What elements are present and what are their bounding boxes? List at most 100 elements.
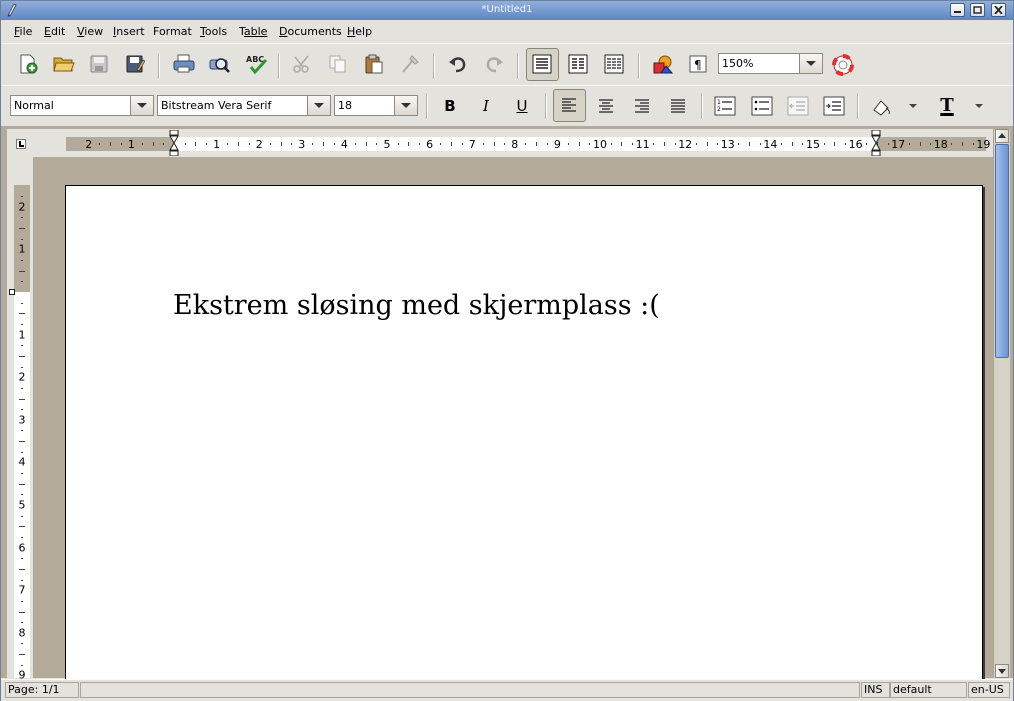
zoom-dropdown-arrow[interactable] bbox=[799, 54, 822, 73]
help-icon[interactable] bbox=[827, 49, 857, 79]
spell-check-icon[interactable]: ABC bbox=[241, 49, 271, 79]
ruler-tick bbox=[19, 568, 25, 570]
ruler-label: 16 bbox=[848, 138, 863, 151]
tab-type-selector[interactable] bbox=[7, 129, 33, 157]
menu-format[interactable]: Format bbox=[153, 25, 192, 38]
document-page[interactable]: Ekstrem sløsing med skjermplass :( bbox=[65, 185, 983, 685]
toolbar-separator bbox=[857, 93, 859, 119]
ruler-tick bbox=[493, 142, 495, 146]
vertical-scrollbar[interactable] bbox=[993, 129, 1010, 678]
menu-file[interactable]: File bbox=[14, 25, 32, 38]
top-margin-marker[interactable] bbox=[9, 289, 15, 295]
window-title: *Untitled1 bbox=[481, 4, 533, 15]
outline-layout-icon[interactable] bbox=[599, 49, 629, 79]
text-color-button[interactable]: T bbox=[932, 91, 962, 121]
highlight-color-dropdown-icon[interactable] bbox=[902, 91, 924, 121]
status-style: default bbox=[890, 682, 967, 698]
align-left-icon[interactable] bbox=[553, 89, 586, 122]
paste-icon[interactable] bbox=[359, 49, 389, 79]
increase-indent-icon[interactable] bbox=[818, 91, 848, 121]
print-preview-icon[interactable] bbox=[204, 49, 234, 79]
ruler-label: 3 bbox=[298, 138, 306, 151]
ruler-dot bbox=[461, 143, 463, 145]
title-bar[interactable]: *Untitled1 bbox=[1, 1, 1013, 20]
bold-button[interactable]: B bbox=[435, 91, 465, 121]
menu-insert[interactable]: Insert bbox=[113, 25, 145, 38]
new-document-icon[interactable] bbox=[13, 49, 43, 79]
ruler-dot bbox=[227, 143, 229, 145]
ruler-dot bbox=[205, 143, 207, 145]
font-size-dropdown-arrow[interactable] bbox=[394, 96, 417, 115]
web-layout-icon[interactable] bbox=[563, 49, 593, 79]
redo-icon[interactable] bbox=[479, 49, 509, 79]
horizontal-ruler[interactable]: 2 1 1 2 3 4 5 6 7 8 9 10 11 12 13 14 15 16 17 18 19 bbox=[33, 129, 993, 157]
font-combo[interactable]: Bitstream Vera Serif bbox=[157, 95, 331, 116]
menu-tools[interactable]: Tools bbox=[200, 25, 227, 38]
open-folder-icon[interactable] bbox=[48, 49, 78, 79]
bullet-list-icon[interactable] bbox=[746, 91, 776, 121]
zoom-combo[interactable]: 150% bbox=[718, 53, 823, 74]
font-size-combo[interactable]: 18 bbox=[334, 95, 418, 116]
highlight-color-icon[interactable] bbox=[866, 91, 896, 121]
right-indent-marker[interactable] bbox=[871, 129, 881, 157]
show-paragraph-marks-icon[interactable]: ¶ bbox=[683, 49, 713, 79]
ruler-dot bbox=[717, 143, 719, 145]
close-button[interactable] bbox=[991, 3, 1006, 17]
ruler-label: 6 bbox=[426, 138, 434, 151]
numbered-list-icon[interactable]: 12 bbox=[709, 91, 739, 121]
maximize-button[interactable] bbox=[970, 3, 985, 17]
copy-icon[interactable] bbox=[323, 49, 353, 79]
left-tab-icon bbox=[16, 139, 26, 149]
style-dropdown-arrow[interactable] bbox=[130, 96, 153, 115]
status-language[interactable]: en-US bbox=[968, 682, 1010, 698]
ruler-tick bbox=[19, 611, 25, 613]
vertical-ruler[interactable]: 21123456789 bbox=[7, 157, 33, 682]
scroll-thumb[interactable] bbox=[995, 144, 1009, 358]
align-center-icon[interactable] bbox=[591, 91, 621, 121]
ruler-label: 12 bbox=[678, 138, 693, 151]
insert-picture-icon[interactable] bbox=[647, 49, 677, 79]
menu-edit[interactable]: Edit bbox=[44, 25, 65, 38]
toolbar-separator bbox=[701, 93, 703, 119]
ruler-tick bbox=[19, 355, 25, 357]
document-text[interactable]: Ekstrem sløsing med skjermplass :( bbox=[173, 290, 660, 321]
left-indent-marker[interactable] bbox=[169, 129, 179, 157]
decrease-indent-icon[interactable] bbox=[782, 91, 812, 121]
status-message bbox=[80, 682, 860, 698]
normal-layout-icon[interactable] bbox=[526, 48, 559, 81]
font-dropdown-arrow[interactable] bbox=[307, 96, 330, 115]
scroll-up-arrow[interactable] bbox=[995, 129, 1009, 143]
ruler-dot bbox=[21, 387, 23, 389]
ruler-dot bbox=[21, 302, 23, 304]
align-justify-icon[interactable] bbox=[663, 91, 693, 121]
ruler-tick bbox=[19, 483, 25, 485]
undo-icon[interactable] bbox=[443, 49, 473, 79]
ruler-label: 1 bbox=[127, 138, 135, 151]
ruler-label: 2 bbox=[255, 138, 263, 151]
menu-documents[interactable]: Documents bbox=[279, 25, 342, 38]
menu-help[interactable]: Help bbox=[347, 25, 372, 38]
text-color-dropdown-icon[interactable] bbox=[968, 91, 990, 121]
italic-button[interactable]: I bbox=[471, 91, 501, 121]
cut-icon[interactable] bbox=[287, 49, 317, 79]
underline-button[interactable]: U bbox=[507, 91, 537, 121]
ruler-dot bbox=[21, 323, 23, 325]
ruler-dot bbox=[120, 143, 122, 145]
style-combo[interactable]: Normal bbox=[10, 95, 154, 116]
menu-view[interactable]: View bbox=[77, 25, 103, 38]
ruler-dot bbox=[21, 196, 23, 198]
ruler-label: 6 bbox=[18, 541, 26, 555]
status-insert-mode[interactable]: INS bbox=[861, 682, 890, 698]
scroll-down-arrow[interactable] bbox=[995, 664, 1009, 678]
format-painter-icon[interactable] bbox=[395, 49, 425, 79]
ruler-dot bbox=[21, 579, 23, 581]
ruler-tick bbox=[280, 142, 282, 146]
ruler-dot bbox=[21, 600, 23, 602]
print-icon[interactable] bbox=[168, 49, 198, 79]
save-icon[interactable] bbox=[84, 49, 114, 79]
align-right-icon[interactable] bbox=[627, 91, 657, 121]
minimize-button[interactable] bbox=[950, 3, 965, 17]
menu-table[interactable]: Table bbox=[239, 25, 267, 38]
save-as-icon[interactable] bbox=[120, 49, 150, 79]
ruler-tick bbox=[365, 142, 367, 146]
